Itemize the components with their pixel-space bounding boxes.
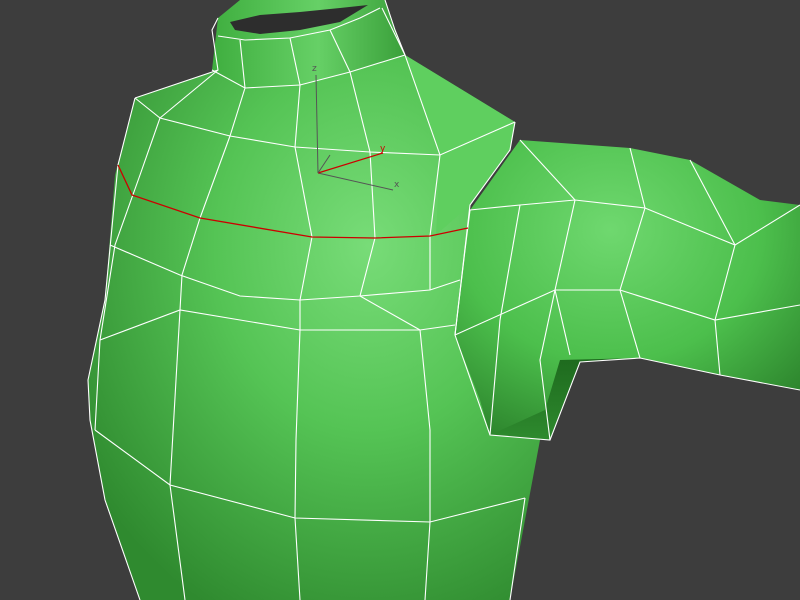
z-axis-label: z [312, 64, 317, 74]
viewport[interactable]: z y x [0, 0, 800, 600]
viewport-scene[interactable]: z y x [0, 0, 800, 600]
arm-mesh[interactable] [455, 140, 800, 440]
x-axis-label: x [394, 180, 400, 190]
y-axis-label: y [380, 144, 386, 154]
